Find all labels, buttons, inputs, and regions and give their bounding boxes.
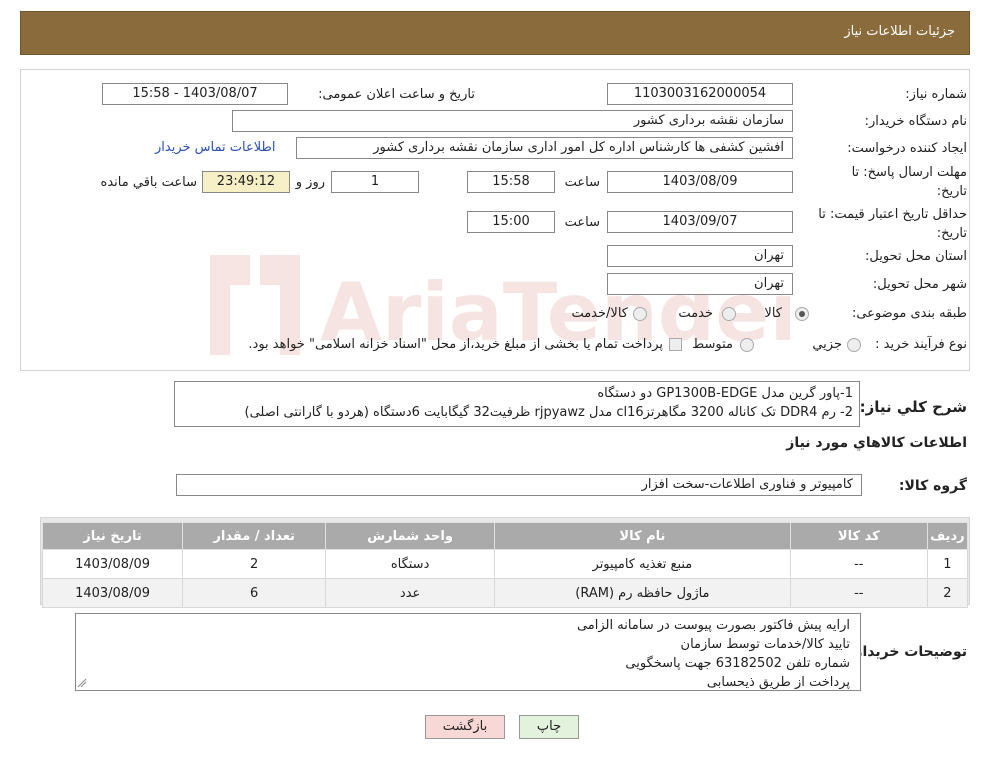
cell-code: -- bbox=[789, 549, 928, 579]
category-radio-service[interactable] bbox=[722, 307, 736, 321]
notes-line-3: شماره تلفن 63182502 جهت پاسخگویی bbox=[625, 656, 850, 671]
table-header-row: رديف کد کالا نام کالا واحد شمارش تعداد /… bbox=[41, 522, 969, 550]
days-field: 1 bbox=[331, 171, 419, 193]
notes-line-1: ارایه پیش فاکتور بصورت پیوست در سامانه ا… bbox=[576, 618, 850, 633]
announce-field: 1403/08/07 - 15:58 bbox=[102, 83, 288, 105]
remaining-time-label: ساعت باقي مانده bbox=[100, 175, 197, 190]
cell-name: منبع تغذیه کامپیوتر bbox=[493, 549, 791, 579]
notes-label: توضیحات خریدار: bbox=[848, 644, 967, 660]
validity-label: حداقل تاریخ اعتبار قیمت: تا bbox=[818, 207, 967, 222]
back-button[interactable]: بازگشت bbox=[425, 715, 505, 739]
col-header-quantity: تعداد / مقدار bbox=[182, 522, 327, 550]
buyer-org-label: نام دستگاه خریدار: bbox=[864, 114, 967, 129]
category-label: طبقه بندی موضوعی: bbox=[851, 306, 967, 321]
remaining-time-field: 23:49:12 bbox=[202, 171, 290, 193]
validity-time-field: 15:00 bbox=[467, 211, 555, 233]
items-table: رديف کد کالا نام کالا واحد شمارش تعداد /… bbox=[41, 522, 969, 608]
validity-label-date: تاریخ: bbox=[936, 226, 967, 241]
col-header-need-date: تاریخ نیاز bbox=[41, 522, 184, 550]
table-row: 1 -- منبع تغذیه کامپیوتر دستگاه 2 1403/0… bbox=[41, 549, 969, 579]
treasury-checkbox[interactable] bbox=[669, 338, 682, 351]
cell-unit: عدد bbox=[325, 578, 495, 608]
page-title: جزئیات اطلاعات نیاز bbox=[844, 24, 955, 39]
category-option-service: خدمت bbox=[678, 306, 713, 321]
summary-line-2: 2- رم DDR4 تک کاناله 3200 مگاهرتزcl16 مد… bbox=[244, 405, 854, 420]
process-radio-medium[interactable] bbox=[740, 338, 754, 352]
cell-need-date: 1403/08/09 bbox=[41, 578, 184, 608]
cell-code: -- bbox=[789, 578, 928, 608]
buyer-contact-link[interactable]: اطلاعات تماس خریدار bbox=[155, 140, 275, 155]
process-option-medium: متوسط bbox=[692, 337, 733, 352]
process-option-minor: جزيي bbox=[812, 337, 842, 352]
city-label: شهر محل تحویل: bbox=[872, 277, 967, 292]
deadline-label: مهلت ارسال پاسخ: تا bbox=[851, 165, 967, 180]
cell-unit: دستگاه bbox=[325, 549, 495, 579]
days-label: روز و bbox=[295, 175, 325, 190]
requester-field: افشین کشفی ها کارشناس اداره کل امور ادار… bbox=[296, 137, 793, 159]
goods-info-title: اطلاعات کالاهاي مورد نياز bbox=[786, 435, 967, 451]
items-table-container: رديف کد کالا نام کالا واحد شمارش تعداد /… bbox=[40, 517, 970, 608]
cell-quantity: 2 bbox=[182, 549, 327, 579]
process-note: پرداخت تمام یا بخشی از مبلغ خرید،از محل … bbox=[248, 337, 663, 352]
process-label: نوع فرآیند خرید : bbox=[875, 337, 967, 352]
need-number-label: شماره نیاز: bbox=[905, 87, 967, 102]
col-header-code: کد کالا bbox=[789, 522, 928, 550]
province-label: استان محل تحویل: bbox=[865, 249, 967, 264]
cell-row-number: 2 bbox=[926, 578, 969, 608]
col-header-name: نام کالا bbox=[493, 522, 791, 550]
deadline-label-date: تاریخ: bbox=[936, 184, 967, 199]
notes-textarea[interactable]: ارایه پیش فاکتور بصورت پیوست در سامانه ا… bbox=[75, 613, 861, 691]
province-field: تهران bbox=[607, 245, 793, 267]
validity-time-label: ساعت bbox=[564, 215, 600, 230]
process-radio-minor[interactable] bbox=[847, 338, 861, 352]
goods-group-field: کامپیوتر و فناوری اطلاعات-سخت افزار bbox=[176, 474, 862, 496]
cell-name: ماژول حافظه رم (RAM) bbox=[493, 578, 791, 608]
deadline-time-label: ساعت bbox=[564, 175, 600, 190]
buyer-org-field: سازمان نقشه برداری کشور bbox=[232, 110, 793, 132]
need-number-field: 1103003162000054 bbox=[607, 83, 793, 105]
table-row: 2 -- ماژول حافظه رم (RAM) عدد 6 1403/08/… bbox=[41, 578, 969, 608]
cell-need-date: 1403/08/09 bbox=[41, 549, 184, 579]
category-option-goods-service: کالا/خدمت bbox=[571, 306, 628, 321]
notes-line-4: پرداخت از طریق ذیحسابی bbox=[706, 675, 850, 690]
cell-quantity: 6 bbox=[182, 578, 327, 608]
deadline-date-field: 1403/08/09 bbox=[607, 171, 793, 193]
resize-grip-icon[interactable] bbox=[77, 678, 87, 688]
notes-line-2: تایید کالا/خدمات توسط سازمان bbox=[680, 637, 850, 652]
validity-date-field: 1403/09/07 bbox=[607, 211, 793, 233]
col-header-unit: واحد شمارش bbox=[325, 522, 495, 550]
summary-textarea[interactable]: 1-پاور گرین مدل GP1300B-EDGE دو دستگاه 2… bbox=[174, 381, 860, 427]
deadline-time-field: 15:58 bbox=[467, 171, 555, 193]
category-radio-goods[interactable] bbox=[795, 307, 809, 321]
requester-label: ایجاد کننده درخواست: bbox=[847, 141, 967, 156]
goods-group-label: گروه کالا: bbox=[898, 478, 967, 494]
cell-row-number: 1 bbox=[926, 549, 969, 579]
print-button[interactable]: چاپ bbox=[519, 715, 579, 739]
summary-line-1: 1-پاور گرین مدل GP1300B-EDGE دو دستگاه bbox=[597, 386, 853, 401]
summary-label: شرح کلي نياز: bbox=[859, 398, 967, 416]
col-header-row-number: رديف bbox=[926, 522, 969, 550]
page-header: جزئیات اطلاعات نیاز bbox=[20, 11, 970, 55]
category-option-goods: کالا bbox=[764, 306, 782, 321]
announce-label: تاریخ و ساعت اعلان عمومی: bbox=[318, 87, 475, 102]
category-radio-goods-service[interactable] bbox=[633, 307, 647, 321]
city-field: تهران bbox=[607, 273, 793, 295]
